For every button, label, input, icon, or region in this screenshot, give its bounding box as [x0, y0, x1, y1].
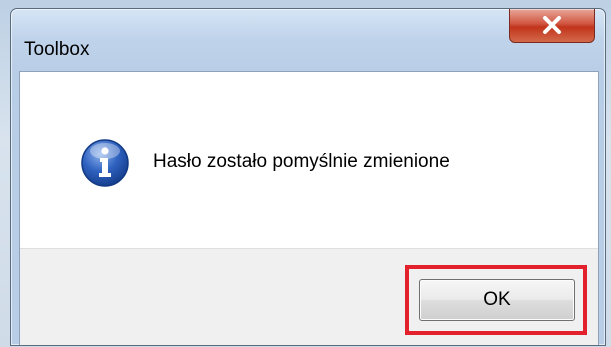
ok-button[interactable]: OK — [419, 279, 575, 321]
info-icon — [81, 139, 129, 187]
window-title: Toolbox — [24, 39, 90, 60]
close-button[interactable] — [509, 9, 595, 43]
button-bar: OK — [20, 248, 598, 345]
title-bar[interactable]: Toolbox — [11, 9, 605, 71]
dialog-client-area: Hasło zostało pomyślnie zmienione OK — [19, 71, 599, 345]
message-box-window: Toolbox Hasło zostało pomyślnie zmienion… — [10, 8, 606, 346]
close-icon — [543, 16, 561, 34]
message-area: Hasło zostało pomyślnie zmienione — [20, 72, 598, 248]
message-text: Hasło zostało pomyślnie zmienione — [153, 151, 450, 172]
